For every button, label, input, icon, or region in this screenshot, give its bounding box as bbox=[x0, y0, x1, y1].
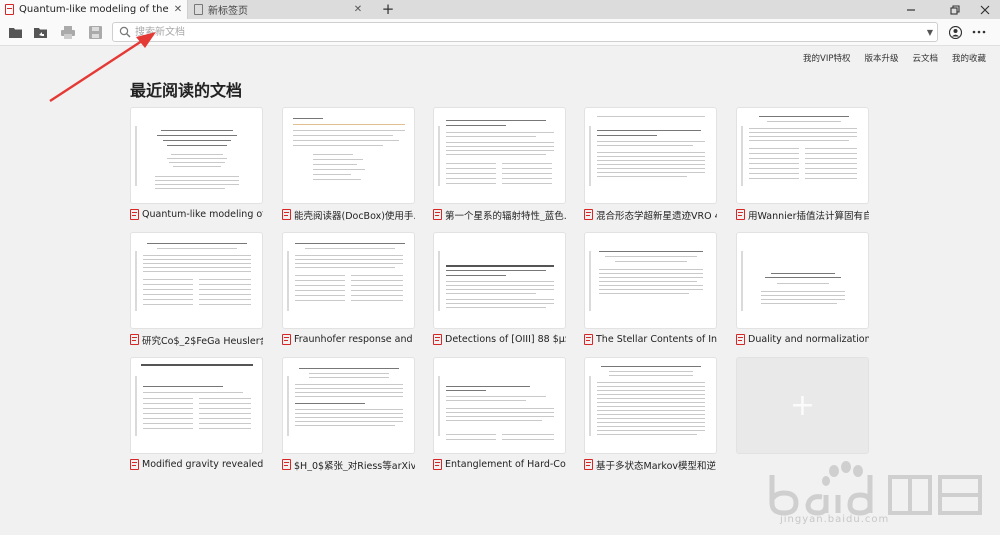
document-title: 第一个星系的辐射特性_蓝色... bbox=[445, 210, 566, 222]
document-card[interactable]: The Stellar Contents of Inte... bbox=[584, 232, 717, 345]
page-icon bbox=[194, 4, 203, 15]
pdf-icon bbox=[433, 334, 442, 345]
more-icon bbox=[972, 30, 986, 34]
pdf-icon bbox=[5, 4, 14, 15]
pdf-icon bbox=[282, 209, 291, 220]
document-title: Entanglement of Hard-Cor... bbox=[445, 459, 566, 470]
pdf-icon bbox=[130, 209, 139, 220]
document-thumbnail bbox=[433, 107, 566, 204]
link-favorites[interactable]: 我的收藏 bbox=[952, 52, 986, 64]
document-thumbnail bbox=[130, 357, 263, 454]
document-card[interactable]: 第一个星系的辐射特性_蓝色... bbox=[433, 107, 566, 221]
tab-title: Quantum-like modeling of the order eff bbox=[19, 4, 172, 15]
pdf-icon bbox=[282, 459, 291, 470]
print-button[interactable] bbox=[60, 24, 76, 40]
minimize-icon bbox=[907, 8, 915, 11]
top-links: 我的VIP特权 版本升级 云文档 我的收藏 bbox=[803, 52, 986, 64]
search-input[interactable] bbox=[133, 24, 923, 40]
document-title: $H_0$紧张_对Riess等arXiv_1... bbox=[294, 460, 415, 472]
document-title: Duality and normalization,... bbox=[748, 334, 869, 345]
document-thumbnail bbox=[736, 232, 869, 329]
document-card[interactable]: 基于多状态Markov模型和逆... bbox=[584, 357, 717, 471]
save-icon bbox=[88, 25, 102, 39]
close-window-button[interactable] bbox=[974, 0, 996, 19]
document-card[interactable]: $H_0$紧张_对Riess等arXiv_1... bbox=[282, 357, 415, 471]
document-thumbnail bbox=[433, 357, 566, 454]
document-title: Detections of [OIII] 88 $μ$... bbox=[445, 334, 566, 345]
document-card[interactable]: 研究Co$_2$FeGa Heusler合... bbox=[130, 232, 263, 346]
folder-icon bbox=[9, 28, 22, 38]
pdf-icon bbox=[736, 334, 745, 345]
document-title: Fraunhofer response and s... bbox=[294, 334, 415, 345]
pdf-icon bbox=[282, 334, 291, 345]
document-card[interactable]: Entanglement of Hard-Cor... bbox=[433, 357, 566, 470]
more-menu-button[interactable] bbox=[971, 24, 987, 40]
restore-icon bbox=[950, 4, 960, 15]
document-thumbnail bbox=[282, 107, 415, 204]
new-tab-button[interactable]: + bbox=[380, 0, 396, 19]
document-thumbnail bbox=[433, 232, 566, 329]
link-vip[interactable]: 我的VIP特权 bbox=[803, 52, 850, 64]
document-title: 混合形态学超新星遗迹VRO 4... bbox=[596, 210, 717, 222]
printer-icon bbox=[61, 25, 75, 39]
restore-button[interactable] bbox=[944, 0, 966, 19]
page-title: 最近阅读的文档 bbox=[130, 81, 243, 100]
link-upgrade[interactable]: 版本升级 bbox=[864, 52, 898, 64]
document-card[interactable]: Detections of [OIII] 88 $μ$... bbox=[433, 232, 566, 345]
plus-icon: + bbox=[789, 388, 816, 423]
pdf-icon bbox=[433, 459, 442, 470]
account-button[interactable] bbox=[947, 24, 963, 40]
pdf-icon bbox=[130, 459, 139, 470]
dropdown-chevron-icon[interactable]: ▼ bbox=[923, 28, 937, 37]
document-title: Quantum-like modeling of... bbox=[142, 209, 263, 220]
document-thumbnail bbox=[282, 357, 415, 454]
pdf-icon bbox=[584, 459, 593, 470]
tab-title: 新标签页 bbox=[208, 6, 248, 17]
tab-active-document[interactable]: Quantum-like modeling of the order eff ✕ bbox=[0, 0, 188, 19]
link-cloud-docs[interactable]: 云文档 bbox=[912, 52, 938, 64]
document-card[interactable]: Duality and normalization,... bbox=[736, 232, 869, 345]
watermark-url: jingyan.baidu.com bbox=[780, 514, 890, 525]
tab-bar: Quantum-like modeling of the order eff ✕… bbox=[0, 0, 1000, 19]
pdf-icon bbox=[130, 334, 139, 345]
open-folder-button[interactable] bbox=[8, 24, 24, 40]
save-button[interactable] bbox=[87, 24, 103, 40]
document-title: 用Wannier插值法计算固有自... bbox=[748, 210, 869, 222]
document-thumbnail bbox=[282, 232, 415, 329]
document-card[interactable]: 用Wannier插值法计算固有自... bbox=[736, 107, 869, 221]
document-title: 能壳阅读器(DocBox)使用手... bbox=[294, 210, 415, 222]
user-icon bbox=[948, 25, 962, 39]
document-thumbnail bbox=[584, 357, 717, 454]
toolbar: ▼ bbox=[0, 19, 1000, 46]
document-thumbnail bbox=[736, 107, 869, 204]
close-icon[interactable]: ✕ bbox=[352, 4, 364, 15]
document-title: Modified gravity revealed ... bbox=[142, 459, 263, 470]
document-thumbnail bbox=[130, 107, 263, 204]
document-card[interactable]: Quantum-like modeling of... bbox=[130, 107, 263, 220]
pdf-icon bbox=[736, 209, 745, 220]
document-card[interactable]: 能壳阅读器(DocBox)使用手... bbox=[282, 107, 415, 221]
document-thumbnail bbox=[584, 232, 717, 329]
document-card[interactable]: Fraunhofer response and s... bbox=[282, 232, 415, 345]
document-thumbnail bbox=[584, 107, 717, 204]
document-thumbnail bbox=[130, 232, 263, 329]
minimize-button[interactable] bbox=[900, 0, 922, 19]
document-card[interactable]: 混合形态学超新星遗迹VRO 4... bbox=[584, 107, 717, 221]
pdf-icon bbox=[433, 209, 442, 220]
pdf-icon bbox=[584, 334, 593, 345]
add-document-button[interactable]: + bbox=[736, 357, 869, 454]
close-icon bbox=[980, 5, 990, 14]
search-bar[interactable]: ▼ bbox=[112, 22, 938, 42]
document-title: 基于多状态Markov模型和逆... bbox=[596, 460, 717, 472]
close-icon[interactable]: ✕ bbox=[172, 4, 184, 15]
document-card[interactable]: Modified gravity revealed ... bbox=[130, 357, 263, 470]
add-document-card[interactable]: + bbox=[736, 357, 869, 454]
document-title: The Stellar Contents of Inte... bbox=[596, 334, 717, 345]
pdf-icon bbox=[584, 209, 593, 220]
folder-export-icon bbox=[34, 28, 47, 38]
document-title: 研究Co$_2$FeGa Heusler合... bbox=[142, 335, 263, 347]
tab-new-page[interactable]: 新标签页 ✕ bbox=[189, 0, 367, 19]
export-button[interactable] bbox=[33, 24, 49, 40]
search-icon bbox=[119, 26, 131, 38]
